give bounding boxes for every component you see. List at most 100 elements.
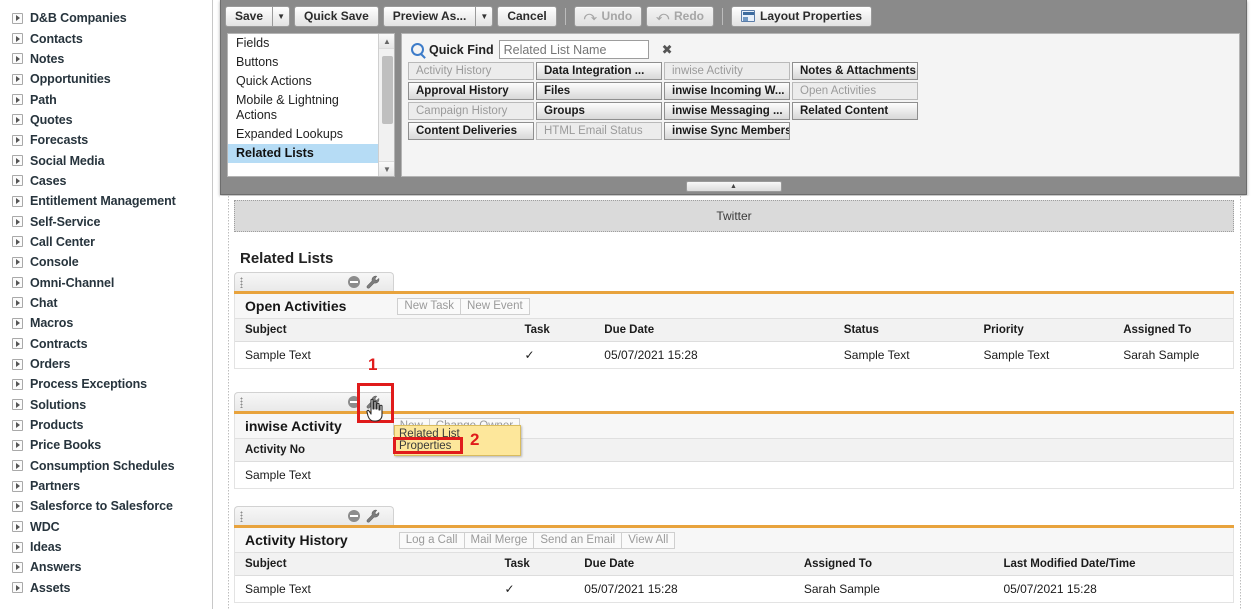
expand-triangle-icon[interactable] xyxy=(12,419,23,431)
clear-search-icon[interactable]: ✖ xyxy=(660,42,675,57)
save-split-button[interactable]: Save ▼ xyxy=(225,5,291,27)
expand-triangle-icon[interactable] xyxy=(12,175,23,187)
palette-chip-files[interactable]: Files xyxy=(536,82,662,100)
sidebar-item-process-exceptions[interactable]: Process Exceptions xyxy=(0,374,212,394)
palette-resize-bar[interactable]: ▲ xyxy=(221,180,1246,194)
sidebar-item-orders[interactable]: Orders xyxy=(0,354,212,374)
remove-icon[interactable] xyxy=(348,396,360,408)
palette-chip-groups[interactable]: Groups xyxy=(536,102,662,120)
layout-properties-button[interactable]: Layout Properties xyxy=(731,5,873,27)
expand-triangle-icon[interactable] xyxy=(12,582,23,594)
palette-category-fields[interactable]: Fields xyxy=(228,34,378,53)
wrench-icon[interactable] xyxy=(366,275,381,290)
sidebar-item-call-center[interactable]: Call Center xyxy=(0,232,212,252)
drag-handle-icon[interactable] xyxy=(240,277,243,288)
palette-category-list[interactable]: Fields Buttons Quick Actions Mobile & Light… xyxy=(227,33,395,177)
remove-icon[interactable] xyxy=(348,276,360,288)
sidebar-item-quotes[interactable]: Quotes xyxy=(0,110,212,130)
expand-triangle-icon[interactable] xyxy=(12,521,23,533)
expand-triangle-icon[interactable] xyxy=(12,216,23,228)
related-list-button-view-all[interactable]: View All xyxy=(621,531,676,549)
expand-triangle-icon[interactable] xyxy=(12,114,23,126)
scroll-up-icon[interactable]: ▲ xyxy=(379,34,394,49)
cancel-button[interactable]: Cancel xyxy=(497,5,557,27)
sidebar-item-self-service[interactable]: Self-Service xyxy=(0,211,212,231)
expand-triangle-icon[interactable] xyxy=(12,236,23,248)
sidebar-item-consumption-schedules[interactable]: Consumption Schedules xyxy=(0,456,212,476)
sidebar-item-contracts[interactable]: Contracts xyxy=(0,334,212,354)
expand-triangle-icon[interactable] xyxy=(12,358,23,370)
palette-category-quick-actions[interactable]: Quick Actions xyxy=(228,72,378,91)
expand-triangle-icon[interactable] xyxy=(12,277,23,289)
sidebar-item-contacts[interactable]: Contacts xyxy=(0,28,212,48)
expand-triangle-icon[interactable] xyxy=(12,317,23,329)
expand-triangle-icon[interactable] xyxy=(12,541,23,553)
preview-as-button[interactable]: Preview As... xyxy=(382,5,476,27)
expand-triangle-icon[interactable] xyxy=(12,439,23,451)
sidebar-item-omni-channel[interactable]: Omni-Channel xyxy=(0,272,212,292)
sidebar-item-macros[interactable]: Macros xyxy=(0,313,212,333)
wrench-icon[interactable] xyxy=(366,395,381,410)
expand-triangle-icon[interactable] xyxy=(12,73,23,85)
expand-triangle-icon[interactable] xyxy=(12,195,23,207)
palette-chip-inwise-messaging[interactable]: inwise Messaging ... xyxy=(664,102,790,120)
quick-find-input[interactable] xyxy=(498,40,649,59)
sidebar-item-d-b-companies[interactable]: D&B Companies xyxy=(0,8,212,28)
sidebar-item-solutions[interactable]: Solutions xyxy=(0,395,212,415)
sidebar-item-console[interactable]: Console xyxy=(0,252,212,272)
palette-category-expanded-lookups[interactable]: Expanded Lookups xyxy=(228,125,378,144)
sidebar-item-forecasts[interactable]: Forecasts xyxy=(0,130,212,150)
scrollbar-thumb[interactable] xyxy=(382,56,393,124)
expand-triangle-icon[interactable] xyxy=(12,561,23,573)
expand-triangle-icon[interactable] xyxy=(12,256,23,268)
preview-as-split-button[interactable]: Preview As... ▼ xyxy=(382,5,494,27)
sidebar-item-assets[interactable]: Assets xyxy=(0,578,212,598)
preview-as-dropdown-arrow[interactable]: ▼ xyxy=(475,5,494,27)
palette-scrollbar[interactable]: ▲ ▼ xyxy=(378,34,394,176)
related-list-button-mail-merge[interactable]: Mail Merge xyxy=(463,531,535,549)
expand-triangle-icon[interactable] xyxy=(12,12,23,24)
palette-chip-notes-attachments[interactable]: Notes & Attachments xyxy=(792,62,918,80)
sidebar-item-entitlement-management[interactable]: Entitlement Management xyxy=(0,191,212,211)
palette-chip-content-deliveries[interactable]: Content Deliveries xyxy=(408,122,534,140)
sidebar-item-opportunities[interactable]: Opportunities xyxy=(0,69,212,89)
palette-chip-inwise-sync-members[interactable]: inwise Sync Members xyxy=(664,122,790,140)
palette-category-mobile-lightning-actions[interactable]: Mobile & Lightning Actions xyxy=(228,91,378,125)
remove-icon[interactable] xyxy=(348,510,360,522)
palette-category-related-lists[interactable]: Related Lists xyxy=(228,144,378,163)
expand-triangle-icon[interactable] xyxy=(12,53,23,65)
sidebar-item-products[interactable]: Products xyxy=(0,415,212,435)
expand-triangle-icon[interactable] xyxy=(12,480,23,492)
sidebar-item-chat[interactable]: Chat xyxy=(0,293,212,313)
sidebar-item-price-books[interactable]: Price Books xyxy=(0,435,212,455)
expand-triangle-icon[interactable] xyxy=(12,33,23,45)
related-list-block-activity-history[interactable]: Activity History Log a Call Mail Merge Send… xyxy=(234,506,1234,603)
palette-chip-approval-history[interactable]: Approval History xyxy=(408,82,534,100)
palette-chip-data-integration[interactable]: Data Integration ... xyxy=(536,62,662,80)
sidebar-item-partners[interactable]: Partners xyxy=(0,476,212,496)
quick-save-button[interactable]: Quick Save xyxy=(294,5,379,27)
related-list-block-open-activities[interactable]: Open Activities New Task New Event Subject T… xyxy=(234,272,1234,369)
palette-chip-inwise-incoming-w[interactable]: inwise Incoming W... xyxy=(664,82,790,100)
expand-triangle-icon[interactable] xyxy=(12,460,23,472)
save-button[interactable]: Save xyxy=(225,5,273,27)
expand-triangle-icon[interactable] xyxy=(12,94,23,106)
drag-handle-icon[interactable] xyxy=(240,511,243,522)
sidebar-item-notes[interactable]: Notes xyxy=(0,49,212,69)
related-list-button-log-a-call[interactable]: Log a Call xyxy=(398,531,465,549)
related-list-button-send-an-email[interactable]: Send an Email xyxy=(533,531,623,549)
palette-category-buttons[interactable]: Buttons xyxy=(228,53,378,72)
sidebar-item-salesforce-to-salesforce[interactable]: Salesforce to Salesforce xyxy=(0,496,212,516)
expand-triangle-icon[interactable] xyxy=(12,399,23,411)
palette-resize-handle[interactable]: ▲ xyxy=(685,181,782,192)
expand-triangle-icon[interactable] xyxy=(12,500,23,512)
sidebar-item-answers[interactable]: Answers xyxy=(0,557,212,577)
palette-chip-related-content[interactable]: Related Content xyxy=(792,102,918,120)
expand-triangle-icon[interactable] xyxy=(12,134,23,146)
related-list-button-new-event[interactable]: New Event xyxy=(460,297,530,315)
sidebar-item-social-media[interactable]: Social Media xyxy=(0,150,212,170)
expand-triangle-icon[interactable] xyxy=(12,155,23,167)
related-list-button-new-task[interactable]: New Task xyxy=(397,297,462,315)
sidebar-item-ideas[interactable]: Ideas xyxy=(0,537,212,557)
expand-triangle-icon[interactable] xyxy=(12,297,23,309)
